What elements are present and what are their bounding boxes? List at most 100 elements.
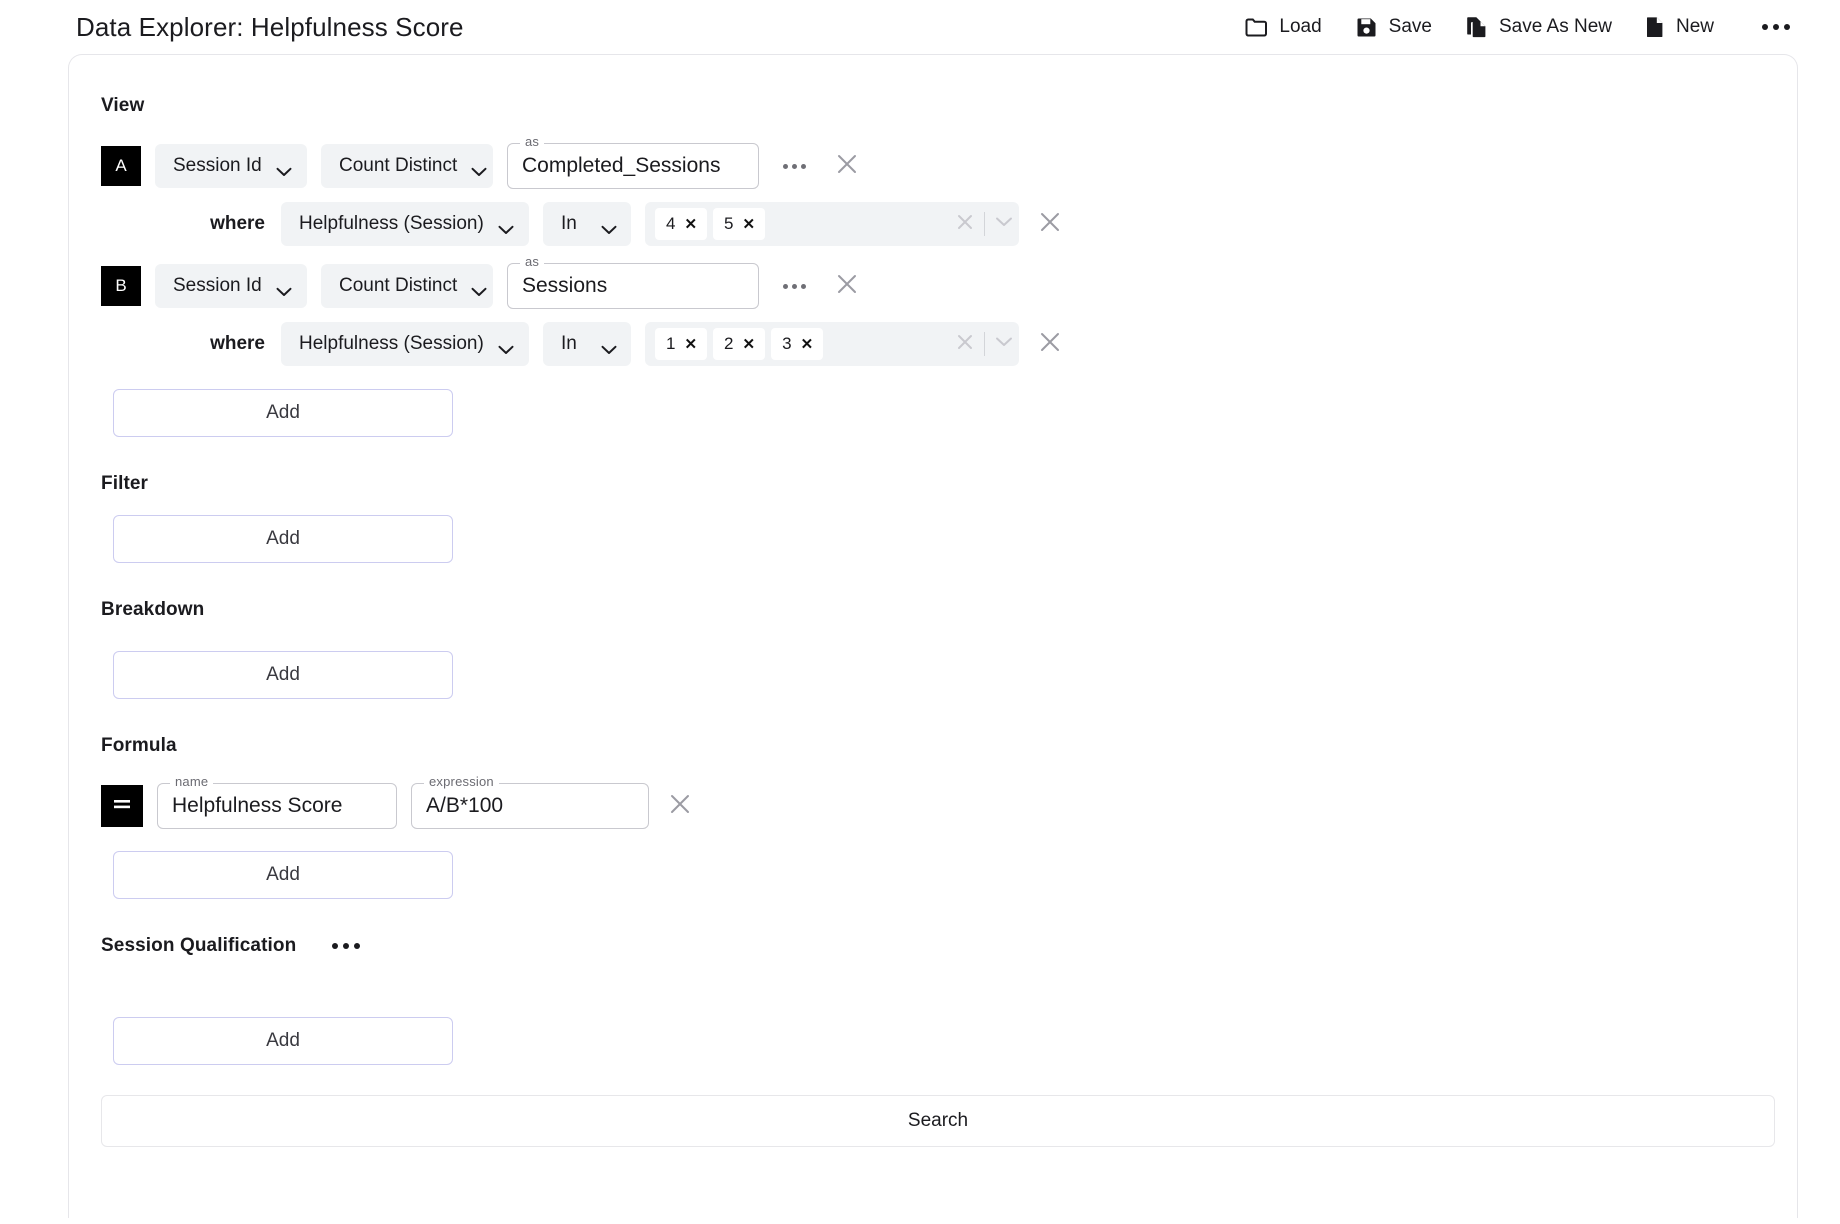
- search-button[interactable]: Search: [101, 1095, 1775, 1147]
- where-field-select[interactable]: Helpfulness (Session): [281, 202, 529, 246]
- chip-remove-icon[interactable]: ✕: [801, 337, 814, 352]
- where-field-select[interactable]: Helpfulness (Session): [281, 322, 529, 366]
- where-values-multiselect[interactable]: 4 ✕ 5 ✕: [645, 202, 1019, 246]
- dot: [792, 163, 797, 169]
- chevron-down-icon: [276, 161, 292, 176]
- view-row-remove-button[interactable]: [830, 269, 864, 303]
- clear-icon[interactable]: [956, 333, 974, 356]
- formula-remove-button[interactable]: [663, 789, 697, 823]
- chevron-down-icon[interactable]: [995, 335, 1013, 353]
- chevron-down-icon: [471, 161, 487, 176]
- kebab-menu-icon[interactable]: [1758, 18, 1794, 36]
- view-alias-input[interactable]: as Completed_Sessions: [507, 135, 759, 189]
- where-operator-select[interactable]: In: [543, 322, 631, 366]
- view-alias-input[interactable]: as Sessions: [507, 255, 759, 309]
- view-aggregation-select[interactable]: Count Distinct: [321, 264, 493, 308]
- new-button[interactable]: New: [1646, 16, 1714, 38]
- view-dimension-select[interactable]: Session Id: [155, 144, 307, 188]
- close-icon: [669, 793, 691, 820]
- where-keyword: where: [210, 213, 265, 234]
- save-as-new-button-label: Save As New: [1498, 16, 1612, 37]
- section-label-view: View: [101, 95, 145, 116]
- floppy-disk-icon: [1356, 17, 1377, 38]
- chip-remove-icon[interactable]: ✕: [684, 337, 697, 352]
- session-qualification-add-button[interactable]: Add: [113, 1017, 453, 1065]
- save-button-label: Save: [1388, 16, 1432, 37]
- formula-add-button[interactable]: Add: [113, 851, 453, 899]
- chip-remove-icon[interactable]: ✕: [743, 217, 756, 232]
- section-label-session-qualification: Session Qualification: [101, 935, 297, 956]
- document-icon: [1646, 16, 1664, 38]
- value-chip-label: 1: [666, 334, 676, 353]
- value-chip[interactable]: 1 ✕: [655, 328, 708, 360]
- where-remove-button[interactable]: [1033, 207, 1067, 241]
- formula-name-legend: name: [170, 775, 214, 788]
- where-field-value: Helpfulness (Session): [299, 333, 484, 354]
- where-values-chips: 4 ✕ 5 ✕: [655, 208, 950, 240]
- view-where-row: where Helpfulness (Session) In 4 ✕ 5 ✕: [101, 199, 1771, 249]
- clear-icon[interactable]: [956, 213, 974, 236]
- chip-remove-icon[interactable]: ✕: [684, 217, 697, 232]
- dot: [783, 163, 788, 169]
- chip-remove-icon[interactable]: ✕: [743, 337, 756, 352]
- dot: [801, 163, 806, 169]
- where-operator-select[interactable]: In: [543, 202, 631, 246]
- filter-add-wrap: Add: [101, 515, 1771, 563]
- load-button-label: Load: [1279, 16, 1322, 37]
- dot: [783, 283, 788, 289]
- save-as-new-button[interactable]: Save As New: [1466, 16, 1612, 38]
- dot: [801, 283, 806, 289]
- kebab-dot: [1773, 24, 1779, 30]
- section-label-formula: Formula: [101, 735, 177, 756]
- view-dimension-select[interactable]: Session Id: [155, 264, 307, 308]
- divider: [984, 212, 985, 236]
- value-chip[interactable]: 2 ✕: [713, 328, 766, 360]
- copy-document-icon: [1466, 16, 1487, 38]
- breakdown-add-wrap: Add: [101, 651, 1771, 699]
- view-aggregation-value: Count Distinct: [339, 275, 458, 296]
- formula-name-value: Helpfulness Score: [172, 794, 343, 817]
- close-icon: [836, 273, 858, 300]
- view-row-options-icon[interactable]: [773, 276, 816, 297]
- chevron-down-icon: [498, 219, 514, 234]
- close-icon: [1039, 211, 1061, 238]
- view-where-row: where Helpfulness (Session) In 1 ✕ 2 ✕ 3…: [101, 319, 1771, 369]
- formula-expression-input[interactable]: expression A/B*100: [411, 775, 649, 829]
- view-dimension-value: Session Id: [173, 155, 262, 176]
- session-qualification-kebab-menu-icon[interactable]: [328, 937, 364, 955]
- query-builder-card: View A Session Id Count Distinct as Comp…: [68, 54, 1798, 1218]
- where-operator-value: In: [561, 213, 577, 234]
- value-chip[interactable]: 3 ✕: [771, 328, 824, 360]
- filter-add-button[interactable]: Add: [113, 515, 453, 563]
- chevron-down-icon: [471, 281, 487, 296]
- view-add-button[interactable]: Add: [113, 389, 453, 437]
- where-values-multiselect[interactable]: 1 ✕ 2 ✕ 3 ✕: [645, 322, 1019, 366]
- view-row-badge: B: [101, 266, 141, 306]
- breakdown-add-button[interactable]: Add: [113, 651, 453, 699]
- view-aggregation-value: Count Distinct: [339, 155, 458, 176]
- section-label-breakdown: Breakdown: [101, 599, 205, 620]
- multiselect-actions: [956, 212, 1013, 236]
- load-button[interactable]: Load: [1245, 16, 1322, 38]
- save-button[interactable]: Save: [1356, 16, 1432, 38]
- top-toolbar: Data Explorer: Helpfulness Score Load Sa…: [0, 0, 1840, 54]
- value-chip-label: 2: [724, 334, 734, 353]
- new-button-label: New: [1675, 16, 1714, 37]
- view-row-options-icon[interactable]: [773, 156, 816, 177]
- close-icon: [836, 153, 858, 180]
- where-remove-button[interactable]: [1033, 327, 1067, 361]
- formula-name-input[interactable]: name Helpfulness Score: [157, 775, 397, 829]
- value-chip[interactable]: 4 ✕: [655, 208, 708, 240]
- formula-row: name Helpfulness Score expression A/B*10…: [101, 775, 1771, 831]
- chevron-down-icon[interactable]: [995, 215, 1013, 233]
- view-row-remove-button[interactable]: [830, 149, 864, 183]
- formula-badge: [101, 785, 143, 827]
- value-chip-label: 3: [782, 334, 792, 353]
- value-chip[interactable]: 5 ✕: [713, 208, 766, 240]
- view-aggregation-select[interactable]: Count Distinct: [321, 144, 493, 188]
- view-alias-value: Completed_Sessions: [522, 154, 721, 177]
- equals-icon: [111, 796, 133, 816]
- view-row-badge: A: [101, 146, 141, 186]
- divider: [984, 332, 985, 356]
- chevron-down-icon: [601, 339, 617, 354]
